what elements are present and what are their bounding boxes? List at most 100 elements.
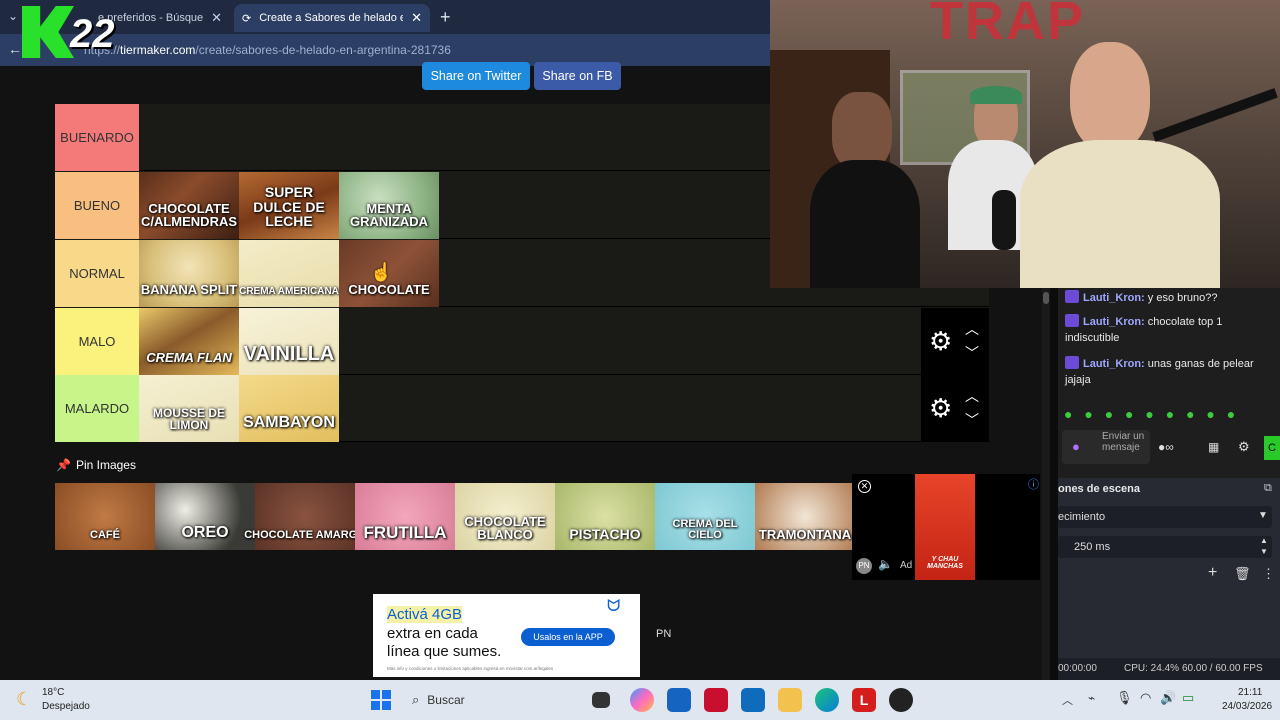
tier-label[interactable]: MALO [55, 308, 139, 375]
back-arrow-icon[interactable]: ← [8, 41, 22, 57]
address-field[interactable]: https://tiermaker.com/create/sabores-de-… [84, 40, 451, 60]
app-l-icon[interactable]: L [852, 688, 876, 712]
undock-icon[interactable]: ⧉ [1264, 482, 1272, 495]
battery-icon[interactable]: ▭ [1182, 690, 1194, 706]
pinned-item[interactable]: OREO [155, 483, 255, 550]
person-right-body [1020, 140, 1220, 288]
ad-fineprint: Más info y condiciones o limitaciones ap… [387, 666, 554, 671]
tier-label[interactable]: BUENARDO [55, 104, 139, 171]
tab-tiermaker[interactable]: ⟳ Create a Sabores de helado en Argentin… [234, 4, 430, 32]
twitch-icon [1065, 290, 1079, 303]
tab-tiermaker-title: Create a Sabores de helado en Argentina [259, 12, 404, 24]
file-explorer-icon[interactable] [778, 688, 802, 712]
ad-badge: PN [856, 558, 872, 574]
transition-select[interactable]: ecimiento ▼ [1058, 506, 1272, 528]
pin-images-label: Pin Images [75, 458, 136, 472]
spin-down-icon[interactable]: ▼ [1260, 547, 1268, 556]
banner-ad[interactable]: Activá 4GB extra en cada línea que sumes… [373, 594, 640, 677]
copilot-icon[interactable] [630, 688, 654, 712]
pinned-item[interactable]: CHOCOLATE AMARGO [244, 483, 366, 550]
pinned-item[interactable]: CAFÉ [55, 483, 155, 550]
duration-spinbox[interactable]: 250 ms ▲ ▼ [1058, 536, 1272, 558]
mcafee-icon[interactable] [704, 688, 728, 712]
microphone-icon[interactable]: 🎙 [1116, 690, 1133, 706]
chevron-down-icon[interactable]: ﹀ [965, 346, 979, 360]
weather-moon-icon[interactable]: ☾ [16, 689, 32, 710]
chevron-up-icon[interactable]: ︿ [965, 389, 979, 403]
chat-input[interactable]: ● Enviar un mensaje [1062, 430, 1150, 464]
tier-item[interactable]: VAINILLA [239, 308, 339, 375]
outlook-icon[interactable] [741, 688, 765, 712]
tier-label[interactable]: MALARDO [55, 375, 139, 442]
obs-fps: 60.00 / 60.00 FPS [1182, 663, 1263, 674]
person-middle-cap [970, 86, 1022, 104]
pinned-item[interactable]: PISTACHO [555, 483, 655, 550]
tier-item[interactable]: MOUSSE DE LIMON [139, 375, 239, 442]
tier-item[interactable]: SAMBAYON [239, 375, 339, 442]
person-left-body [810, 160, 920, 288]
pinned-item[interactable]: CREMA DEL CIELO [655, 483, 755, 550]
taskbar-search[interactable]: ⌕ Buscar [404, 688, 584, 712]
close-ad-icon[interactable]: ✕ [858, 480, 871, 493]
store-icon[interactable]: ▦ [1208, 440, 1219, 454]
tier-item[interactable]: CREMA FLAN [139, 308, 239, 375]
weather-desc: Despejado [42, 701, 90, 712]
stream-logo: 22 [22, 6, 118, 58]
pin-icon: 📌 [56, 458, 71, 472]
tier-item[interactable]: MENTA GRANIZADA [339, 172, 439, 239]
pin-images-toggle[interactable]: 📌 Pin Images [56, 458, 136, 472]
tier-item[interactable]: SUPER DULCE DE LECHE [239, 172, 339, 239]
add-plus-icon[interactable]: + [1208, 564, 1217, 582]
tier-item[interactable]: CHOCOLATE C/ALMENDRAS [139, 172, 239, 239]
tier-item[interactable]: CREMA AMERICANA [239, 240, 339, 307]
edge-icon[interactable] [815, 688, 839, 712]
obs-icon[interactable] [889, 688, 913, 712]
chevron-up-icon[interactable]: ︿ [965, 322, 979, 336]
ad-cta-button[interactable]: Usalos en la APP [521, 628, 615, 646]
bits-icon[interactable]: ●∞ [1158, 440, 1174, 454]
webcam-feed: TRAP [770, 0, 1280, 288]
settings-gear-icon[interactable]: ⚙ [1238, 439, 1250, 455]
page-scrollbar[interactable] [1042, 288, 1050, 680]
logo-k-shape [22, 6, 74, 58]
new-tab-plus-icon[interactable]: + [440, 7, 451, 28]
tier-item[interactable]: BANANA SPLIT [139, 240, 239, 307]
microphone-icon[interactable]: ● [1072, 439, 1080, 454]
stream-chat: Lauti_Kron: y eso bruno?? Lauti_Kron: ch… [1058, 288, 1280, 478]
tab-list-chevron-icon[interactable]: ⌄ [8, 9, 18, 23]
chevron-down-icon[interactable]: ﹀ [965, 413, 979, 427]
video-ad[interactable]: ✕ ⓘ Y CHAU MANCHAS PN 🔈 Ad [852, 474, 1040, 580]
close-icon[interactable]: ✕ [411, 10, 422, 26]
pinned-item[interactable]: CHOCOLATE BLANCO [455, 483, 555, 550]
pinned-item[interactable]: FRUTILLA [355, 483, 455, 550]
task-view-icon[interactable] [592, 692, 610, 708]
chat-send-button[interactable]: C [1264, 436, 1280, 460]
scrollbar-thumb[interactable] [1043, 292, 1049, 304]
ad-line-1: Activá 4GB [387, 606, 463, 623]
store-app-icon[interactable] [667, 688, 691, 712]
tier-controls: ⚙ ︿ ﹀ [921, 308, 989, 375]
share-twitter-button[interactable]: Share on Twitter [422, 62, 530, 90]
chat-user: Lauti_Kron: [1083, 292, 1145, 304]
clock-time[interactable]: 21:11 [1238, 687, 1262, 698]
chevron-up-icon[interactable]: ︿ [1062, 692, 1073, 708]
windows-start-icon[interactable] [371, 690, 391, 710]
wifi-icon[interactable]: ◠ [1140, 690, 1151, 706]
close-icon[interactable]: ✕ [211, 10, 222, 26]
speaker-icon[interactable]: 🔊 [1160, 690, 1176, 706]
tier-label[interactable]: NORMAL [55, 240, 139, 307]
hand-cursor-icon: ☝ [370, 262, 393, 282]
pinned-item[interactable]: TRAMONTANA [755, 483, 855, 550]
info-icon[interactable]: ⓘ [1028, 476, 1039, 492]
clock-date[interactable]: 24/03/2026 [1222, 701, 1272, 712]
share-fb-button[interactable]: Share on FB [534, 62, 621, 90]
trash-icon[interactable]: 🗑 [1234, 566, 1251, 582]
tier-label[interactable]: BUENO [55, 172, 139, 239]
gear-icon[interactable]: ⚙ [929, 395, 952, 421]
volume-icon[interactable]: 🔈 [878, 557, 893, 571]
more-vertical-icon[interactable]: ⋮ [1262, 566, 1275, 582]
gear-icon[interactable]: ⚙ [929, 328, 952, 354]
duration-value: 250 ms [1074, 541, 1111, 553]
spin-up-icon[interactable]: ▲ [1260, 536, 1268, 545]
network-icon[interactable]: ⌁ [1088, 691, 1095, 705]
